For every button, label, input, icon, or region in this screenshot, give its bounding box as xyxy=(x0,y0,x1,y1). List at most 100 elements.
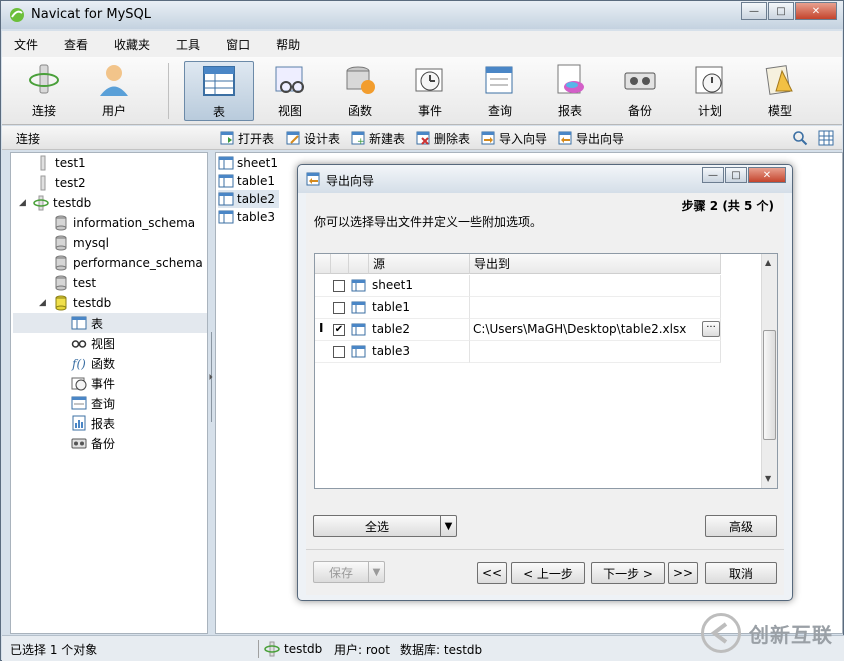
menu-help[interactable]: 帮助 xyxy=(276,36,300,53)
toolbar-label: 用户 xyxy=(101,104,126,118)
toolbar-report-button[interactable]: 报表 xyxy=(538,61,602,121)
row-checkbox[interactable] xyxy=(333,346,345,358)
export-wizard-button[interactable]: 导出向导 xyxy=(558,129,624,147)
row-checkbox[interactable] xyxy=(333,280,345,292)
menu-favorites[interactable]: 收藏夹 xyxy=(114,36,150,53)
collapse-icon[interactable]: ◢ xyxy=(19,198,26,208)
collapse-icon[interactable]: ◢ xyxy=(39,298,46,308)
design-table-icon xyxy=(286,131,300,145)
tree-item-functions[interactable]: f() 函数 xyxy=(71,353,115,373)
import-wizard-button[interactable]: 导入向导 xyxy=(481,129,547,147)
toolbar-backup-button[interactable]: 备份 xyxy=(608,61,672,121)
toolbar-model-button[interactable]: 模型 xyxy=(748,61,812,121)
grid-scrollbar[interactable]: ▲ ▼ xyxy=(761,254,777,488)
dialog-title-bar: 导出向导 — □ ✕ xyxy=(298,165,792,193)
browse-path-button[interactable]: ··· xyxy=(702,321,720,337)
tree-item-information-schema[interactable]: information_schema xyxy=(53,213,195,233)
tree-item-queries[interactable]: 查询 xyxy=(71,393,115,413)
delete-table-button[interactable]: 删除表 xyxy=(416,129,470,147)
scrollbar-thumb[interactable] xyxy=(763,330,776,440)
connection-on-icon xyxy=(264,641,280,657)
main-toolbar: 连接 用户 表 视图 函数 事件 查询 报表 备份 计划 模型 xyxy=(2,57,842,125)
list-item-table2[interactable]: table2 xyxy=(218,190,280,208)
table-icon xyxy=(351,301,366,314)
import-wizard-icon xyxy=(481,131,495,145)
svg-text:f(): f() xyxy=(71,357,86,371)
scroll-down-icon[interactable]: ▼ xyxy=(765,474,771,483)
toolbar-label: 查询 xyxy=(487,104,512,118)
grid-header-icon xyxy=(349,254,369,274)
tree-item-backups[interactable]: 备份 xyxy=(71,433,115,453)
advanced-button[interactable]: 高级 xyxy=(705,515,777,537)
chevron-down-icon[interactable]: ▼ xyxy=(440,516,456,536)
watermark: 创新互联 xyxy=(701,607,843,659)
toolbar-user-button[interactable]: 用户 xyxy=(82,61,146,121)
tree-item-testdb-connection[interactable]: testdb xyxy=(33,193,91,213)
toolbar-query-button[interactable]: 查询 xyxy=(468,61,532,121)
open-table-button[interactable]: 打开表 xyxy=(220,129,274,147)
tree-item-label: test xyxy=(73,276,97,290)
tree-item-mysql[interactable]: mysql xyxy=(53,233,109,253)
list-item-table3[interactable]: table3 xyxy=(218,208,279,226)
design-table-button[interactable]: 设计表 xyxy=(286,129,340,147)
tree-item-views[interactable]: 视图 xyxy=(71,333,115,353)
connection-icon xyxy=(29,64,59,94)
function-icon xyxy=(346,66,375,94)
maximize-button[interactable]: □ xyxy=(768,2,794,20)
tree-item-test[interactable]: test xyxy=(53,273,96,293)
tree-item-testdb-database[interactable]: testdb xyxy=(53,293,111,313)
toolbar-function-button[interactable]: 函数 xyxy=(328,61,392,121)
row-source: table3 xyxy=(372,344,411,358)
toolbar-table-button[interactable]: 表 xyxy=(184,61,254,121)
search-icon[interactable] xyxy=(792,130,808,146)
list-item-table1[interactable]: table1 xyxy=(218,172,279,190)
toolbar-view-button[interactable]: 视图 xyxy=(258,61,322,121)
toolbar-event-button[interactable]: 事件 xyxy=(398,61,462,121)
close-button[interactable]: ✕ xyxy=(795,2,837,20)
menu-window[interactable]: 窗口 xyxy=(226,36,250,53)
dialog-minimize-button[interactable]: — xyxy=(702,167,724,183)
pane-splitter[interactable] xyxy=(208,152,215,634)
tree-item-performance-schema[interactable]: performance_schema xyxy=(53,253,203,273)
tree-item-tables[interactable]: 表 xyxy=(13,313,207,333)
row-checkbox-checked[interactable]: ✔ xyxy=(333,324,345,336)
menu-bar: 文件 查看 收藏夹 工具 窗口 帮助 xyxy=(2,31,842,57)
grid-header-marker xyxy=(315,254,331,274)
table-row[interactable]: sheet1 xyxy=(315,275,721,297)
minimize-button[interactable]: — xyxy=(741,2,767,20)
row-source: table2 xyxy=(372,322,411,336)
dialog-maximize-button[interactable]: □ xyxy=(725,167,747,183)
previous-step-button[interactable]: < 上一步 xyxy=(511,562,585,584)
menu-file[interactable]: 文件 xyxy=(14,36,38,53)
list-item-sheet1[interactable]: sheet1 xyxy=(218,154,282,172)
menu-tools[interactable]: 工具 xyxy=(176,36,200,53)
watermark-logo-icon xyxy=(701,613,741,653)
step-indicator: 步骤 2 (共 5 个) xyxy=(681,199,774,213)
event-icon xyxy=(71,377,87,391)
grid-view-icon[interactable] xyxy=(818,130,834,146)
dialog-close-button[interactable]: ✕ xyxy=(748,167,786,183)
tree-item-test1[interactable]: test1 xyxy=(35,153,86,173)
cancel-button[interactable]: 取消 xyxy=(705,562,777,584)
row-checkbox[interactable] xyxy=(333,302,345,314)
menu-view[interactable]: 查看 xyxy=(64,36,88,53)
next-step-button[interactable]: 下一步 > xyxy=(591,562,665,584)
tree-item-reports[interactable]: 报表 xyxy=(71,413,115,433)
last-step-button[interactable]: >> xyxy=(668,562,698,584)
first-step-button[interactable]: << xyxy=(477,562,507,584)
table-row[interactable]: table3 xyxy=(315,341,721,363)
tree-item-test2[interactable]: test2 xyxy=(35,173,86,193)
row-export-path[interactable]: C:\Users\MaGH\Desktop\table2.xlsx xyxy=(473,322,686,336)
scroll-up-icon[interactable]: ▲ xyxy=(765,258,771,267)
table-row[interactable]: table1 xyxy=(315,297,721,319)
chevron-down-icon[interactable]: ▼ xyxy=(368,562,384,582)
save-button[interactable]: 保存 ▼ xyxy=(313,561,385,583)
connection-on-icon xyxy=(33,195,49,211)
toolbar-connection-button[interactable]: 连接 xyxy=(12,61,76,121)
select-all-button[interactable]: 全选 ▼ xyxy=(313,515,457,537)
table-row[interactable]: I ✔ table2 C:\Users\MaGH\Desktop\table2.… xyxy=(315,319,721,341)
tree-item-events[interactable]: 事件 xyxy=(71,373,115,393)
new-table-button[interactable]: + 新建表 xyxy=(351,129,405,147)
export-wizard-icon xyxy=(558,131,572,145)
toolbar-schedule-button[interactable]: 计划 xyxy=(678,61,742,121)
